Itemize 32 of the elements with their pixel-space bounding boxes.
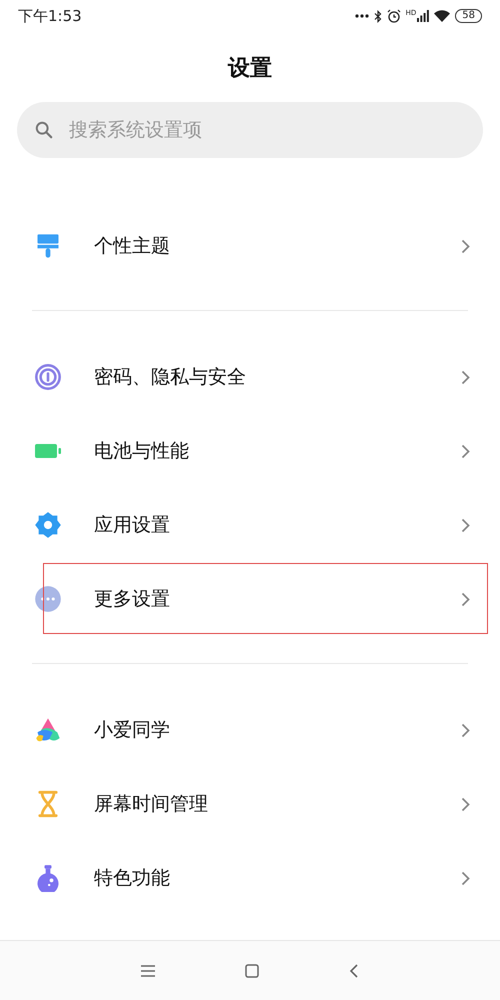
back-icon[interactable] [349,964,359,978]
settings-item[interactable]: 更多设置 [0,562,500,636]
fingerprint-icon [34,363,62,391]
chevron-icon [461,870,470,886]
gear-icon [34,511,62,539]
chevron-icon [461,444,470,458]
battery-indicator: 58 [455,9,482,23]
chevron-icon [461,722,470,738]
dots-icon [34,585,62,613]
chevron-icon [461,370,470,384]
bluetooth-icon [374,10,382,22]
settings-item[interactable]: 个性主题 [0,209,500,283]
settings-item[interactable]: 应用设置 [0,488,500,562]
triangle-logo-icon [34,716,62,744]
wifi-icon [434,10,450,22]
settings-item[interactable]: 特色功能 [0,841,500,915]
settings-item[interactable]: 密码、隐私与安全 [0,340,500,414]
more-icon [354,14,369,18]
status-time: 下午1:53 [18,6,82,26]
chevron-icon [461,796,470,812]
search-field[interactable]: 搜索系统设置项 [17,102,483,158]
settings-item[interactable]: 小爱同学 [0,693,500,767]
chevron-icon [461,238,470,254]
chevron-icon [461,518,470,532]
alarm-icon [386,9,401,23]
home-icon[interactable] [245,964,259,978]
page-title: 设置 [226,55,273,83]
settings-item[interactable]: 电池与性能 [0,414,500,488]
settings-item[interactable]: 屏幕时间管理 [0,767,500,841]
chevron-icon [461,592,470,606]
signal-icon [417,10,430,22]
menu-icon[interactable] [141,965,155,977]
